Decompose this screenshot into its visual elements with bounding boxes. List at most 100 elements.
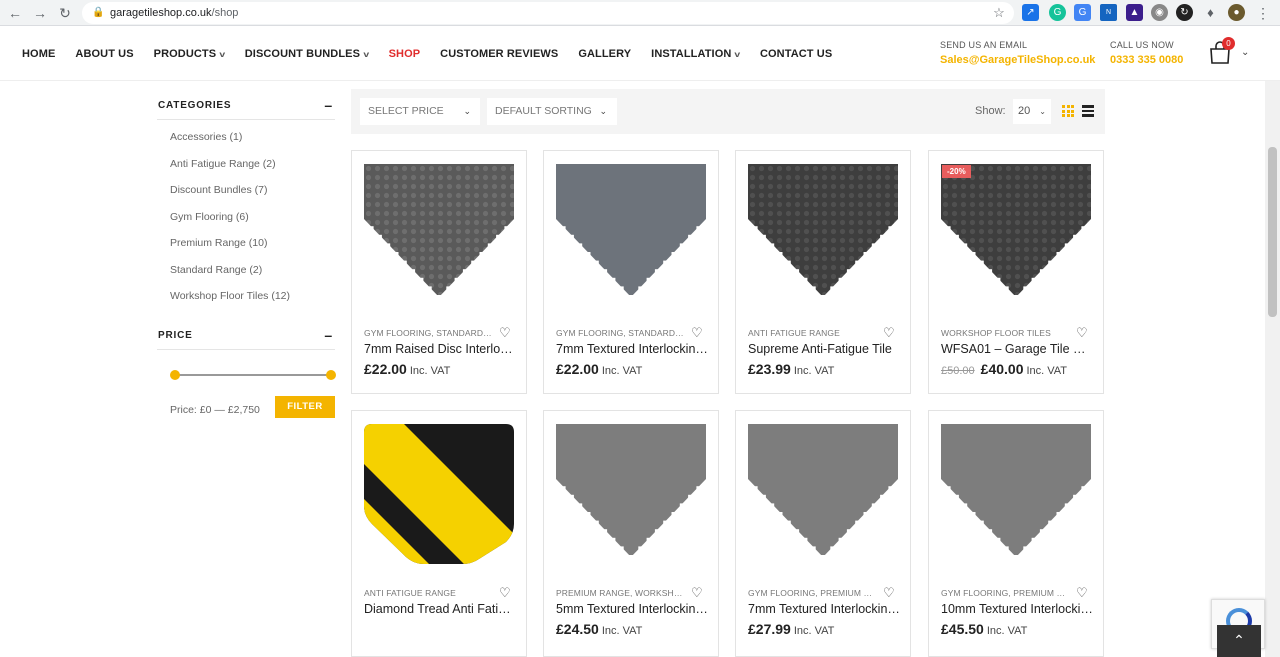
price-widget-title[interactable]: PRICE –: [157, 323, 335, 350]
product-category[interactable]: GYM FLOORING, PREMIUM RANGE: [748, 588, 878, 598]
page-scrollbar[interactable]: [1265, 81, 1280, 657]
sorting-dropdown[interactable]: DEFAULT SORTING ⌄: [487, 98, 617, 125]
category-link[interactable]: Discount Bundles (7): [170, 182, 335, 209]
slider-max-handle[interactable]: [326, 369, 336, 380]
heart-icon[interactable]: ♡: [499, 326, 511, 339]
product-price-line: £45.50 Inc. VAT: [941, 621, 1027, 637]
sale-badge: -20%: [942, 165, 971, 178]
new-extension-icon[interactable]: N: [1100, 4, 1117, 21]
grammarly-extension-icon[interactable]: G: [1049, 4, 1066, 21]
product-image[interactable]: [941, 424, 1091, 574]
chevron-down-icon[interactable]: ⌄: [1241, 47, 1249, 58]
scroll-to-top-button[interactable]: ⌃: [1217, 625, 1261, 657]
product-image[interactable]: [941, 164, 1091, 314]
email-link[interactable]: Sales@GarageTileShop.co.uk: [940, 54, 1095, 66]
product-image[interactable]: [748, 424, 898, 574]
product-card[interactable]: -20% WORKSHOP FLOOR TILES ♡ WFSA01 – Garage…: [928, 150, 1104, 394]
nav-item-shop[interactable]: SHOP: [389, 48, 421, 60]
profile-avatar[interactable]: ●: [1228, 4, 1245, 21]
product-category[interactable]: GYM FLOORING, PREMIUM RANGE: [941, 588, 1071, 598]
heart-icon[interactable]: ♡: [691, 326, 703, 339]
product-card[interactable]: GYM FLOORING, PREMIUM RANGE ♡ 10mm Texture…: [928, 410, 1104, 657]
product-title[interactable]: WFSA01 – Garage Tile Shop: [941, 342, 1093, 356]
sync-extension-icon[interactable]: ↻: [1176, 4, 1193, 21]
product-category[interactable]: WORKSHOP FLOOR TILES: [941, 328, 1071, 338]
category-link[interactable]: Workshop Floor Tiles (12): [170, 288, 335, 315]
heart-icon[interactable]: ♡: [883, 586, 895, 599]
more-menu-icon[interactable]: ⋮: [1254, 4, 1272, 22]
product-image[interactable]: [556, 164, 706, 314]
product-category[interactable]: ANTI FATIGUE RANGE: [748, 328, 878, 338]
product-card[interactable]: GYM FLOORING, PREMIUM RANGE ♡ 7mm Textured…: [735, 410, 911, 657]
product-title[interactable]: 5mm Textured Interlocking Tile: [556, 602, 708, 616]
heart-icon[interactable]: ♡: [1076, 326, 1088, 339]
nav-item-label: ABOUT US: [75, 48, 134, 60]
product-title[interactable]: 7mm Textured Interlocking Tile: [748, 602, 900, 616]
current-price: £22.00: [556, 361, 599, 377]
nav-item-home[interactable]: HOME: [22, 48, 55, 60]
nav-item-gallery[interactable]: GALLERY: [578, 48, 631, 60]
categories-widget-title[interactable]: CATEGORIES –: [157, 93, 335, 120]
reload-icon[interactable]: ↻: [56, 4, 74, 22]
category-link[interactable]: Anti Fatigue Range (2): [170, 156, 335, 183]
per-page-select[interactable]: 20 ⌄: [1013, 99, 1051, 124]
product-card[interactable]: ANTI FATIGUE RANGE ♡ Supreme Anti-Fatigue …: [735, 150, 911, 394]
product-title[interactable]: 10mm Textured Interlocking Tile: [941, 602, 1093, 616]
category-link[interactable]: Standard Range (2): [170, 262, 335, 289]
product-card[interactable]: GYM FLOORING, STANDARD RANGE ♡ 7mm Raised …: [351, 150, 527, 394]
chevron-up-icon: ⌃: [1233, 632, 1245, 648]
list-view-icon[interactable]: [1082, 105, 1094, 118]
product-category[interactable]: GYM FLOORING, STANDARD RANGE: [364, 328, 494, 338]
star-icon[interactable]: ☆: [990, 4, 1008, 22]
heart-icon[interactable]: ♡: [499, 586, 511, 599]
nav-item-customer-reviews[interactable]: CUSTOMER REVIEWS: [440, 48, 558, 60]
category-link[interactable]: Accessories (1): [170, 129, 335, 156]
category-link[interactable]: Gym Flooring (6): [170, 209, 335, 236]
grid-view-icon[interactable]: [1062, 105, 1074, 117]
nav-item-contact-us[interactable]: CONTACT US: [760, 48, 832, 60]
vat-label: Inc. VAT: [601, 365, 643, 377]
product-category[interactable]: ANTI FATIGUE RANGE: [364, 588, 494, 598]
heart-icon[interactable]: ♡: [691, 586, 703, 599]
back-icon[interactable]: ←: [6, 4, 24, 22]
globe-extension-icon[interactable]: ◉: [1151, 4, 1168, 21]
select-price-dropdown[interactable]: SELECT PRICE ⌄: [360, 98, 480, 125]
slider-min-handle[interactable]: [170, 369, 180, 380]
category-link[interactable]: Premium Range (10): [170, 235, 335, 262]
nav-item-discount-bundles[interactable]: DISCOUNT BUNDLES v: [245, 48, 369, 60]
scrollbar-thumb[interactable]: [1268, 147, 1277, 317]
product-card[interactable]: PREMIUM RANGE, WORKSHOP FLOOR TILES ♡ 5mm …: [543, 410, 719, 657]
address-bar[interactable]: 🔒 garagetileshop.co.uk/shop: [82, 2, 1014, 24]
product-image[interactable]: [556, 424, 706, 574]
nav-item-label: HOME: [22, 48, 56, 60]
hat-extension-icon[interactable]: ▲: [1126, 4, 1143, 21]
price-slider[interactable]: [157, 350, 336, 390]
product-card[interactable]: ANTI FATIGUE RANGE ♡ Diamond Tread Anti Fa…: [351, 410, 527, 657]
product-category[interactable]: PREMIUM RANGE, WORKSHOP FLOOR TILES: [556, 588, 686, 598]
product-image[interactable]: [748, 164, 898, 314]
product-category[interactable]: GYM FLOORING, STANDARD RANGE: [556, 328, 686, 338]
expand-extension-icon[interactable]: ↗: [1022, 4, 1039, 21]
heart-icon[interactable]: ♡: [883, 326, 895, 339]
forward-icon[interactable]: →: [31, 4, 49, 22]
product-image[interactable]: [364, 164, 514, 314]
nav-item-label: PRODUCTS: [153, 48, 217, 60]
filter-button[interactable]: FILTER: [275, 395, 335, 418]
product-title[interactable]: Supreme Anti-Fatigue Tile: [748, 342, 900, 356]
product-title[interactable]: 7mm Raised Disc Interlocking Tile: [364, 342, 516, 356]
nav-item-products[interactable]: PRODUCTS v: [153, 48, 226, 60]
product-image[interactable]: [364, 424, 514, 574]
heart-icon[interactable]: ♡: [1076, 586, 1088, 599]
nav-item-about-us[interactable]: ABOUT US: [75, 48, 133, 60]
product-card[interactable]: GYM FLOORING, STANDARD RANGE ♡ 7mm Texture…: [543, 150, 719, 394]
nav-item-installation[interactable]: INSTALLATION v: [651, 48, 740, 60]
cart-button[interactable]: 0: [1208, 37, 1235, 65]
phone-link[interactable]: 0333 335 0080: [1110, 54, 1183, 66]
sorting-label: DEFAULT SORTING: [495, 105, 592, 117]
translate-extension-icon[interactable]: G: [1074, 4, 1091, 21]
collapse-icon[interactable]: –: [324, 97, 333, 113]
collapse-icon[interactable]: –: [324, 327, 333, 343]
puzzle-extensions-icon[interactable]: ♦: [1202, 4, 1219, 21]
product-title[interactable]: 7mm Textured Interlocking Tile: [556, 342, 708, 356]
product-title[interactable]: Diamond Tread Anti Fatigue Mat: [364, 602, 516, 616]
